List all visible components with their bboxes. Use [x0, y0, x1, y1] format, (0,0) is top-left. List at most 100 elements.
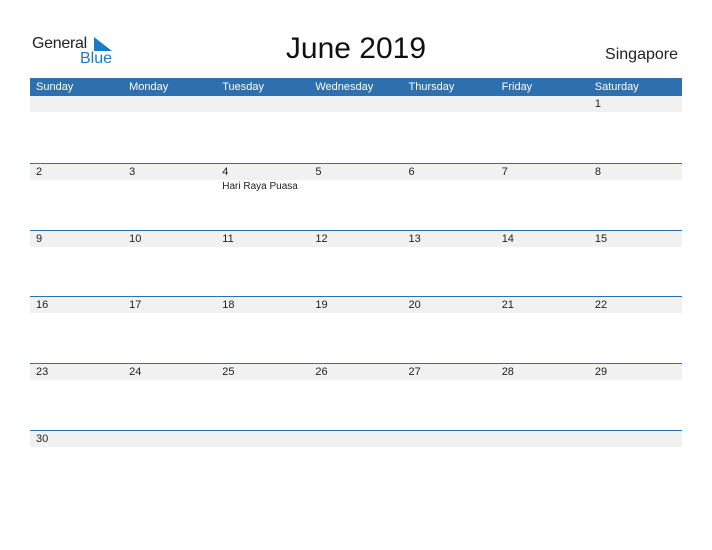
day-cell: 6	[403, 164, 496, 230]
day-cell: 20	[403, 297, 496, 363]
day-number: 18	[222, 299, 235, 311]
day-number: 21	[501, 299, 514, 311]
weekday-friday: Friday	[501, 81, 533, 93]
day-number	[502, 431, 589, 447]
country-label: Singapore	[605, 46, 678, 63]
weekday-tuesday: Tuesday	[222, 81, 265, 93]
day-number	[222, 96, 309, 112]
day-number: 24	[129, 366, 142, 378]
week-row: 9 10 11 12 13 14 15	[30, 230, 682, 297]
day-number: 14	[501, 233, 514, 245]
weekday-thursday: Thursday	[408, 81, 455, 93]
day-number: 7	[501, 166, 508, 178]
day-cell: 5	[309, 164, 402, 230]
day-cell	[403, 96, 496, 162]
day-number: 16	[36, 299, 49, 311]
day-number: 19	[315, 299, 328, 311]
day-cell: 4 Hari Raya Puasa	[216, 164, 309, 230]
week-row: 2 3 4 Hari Raya Puasa 5 6 7 8	[30, 163, 682, 230]
day-cell: 15	[589, 231, 682, 297]
day-cell	[216, 431, 309, 497]
day-cell	[309, 96, 402, 162]
week-row: 1	[30, 96, 682, 162]
week-row: 30	[30, 430, 682, 497]
day-number: 25	[222, 366, 235, 378]
day-number: 15	[594, 233, 608, 245]
day-number	[129, 96, 216, 112]
day-number: 4	[222, 166, 229, 178]
day-cell: 25	[216, 364, 309, 430]
holiday-event: Hari Raya Puasa	[222, 181, 298, 192]
day-cell: 7	[496, 164, 589, 230]
day-number: 5	[315, 166, 322, 178]
weekday-monday: Monday	[129, 81, 169, 93]
day-number	[129, 431, 216, 447]
day-cell: 9	[30, 231, 123, 297]
day-number: 6	[408, 166, 415, 178]
day-cell: 24	[123, 364, 216, 430]
day-cell: 17	[123, 297, 216, 363]
day-cell: 21	[496, 297, 589, 363]
day-cell: 29	[589, 364, 682, 430]
day-cell: 30	[30, 431, 123, 497]
weekday-wednesday: Wednesday	[315, 81, 374, 93]
day-cell: 3	[123, 164, 216, 230]
day-number: 11	[222, 233, 234, 245]
day-number: 30	[36, 433, 49, 445]
day-number: 8	[594, 166, 601, 178]
day-cell: 8	[589, 164, 682, 230]
day-number: 17	[129, 299, 142, 311]
day-number	[409, 431, 496, 447]
day-cell	[496, 431, 589, 497]
day-cell	[30, 96, 123, 162]
day-cell	[216, 96, 309, 162]
day-cell: 12	[309, 231, 402, 297]
day-cell	[309, 431, 402, 497]
day-number: 9	[36, 233, 43, 245]
day-cell	[496, 96, 589, 162]
day-cell: 13	[403, 231, 496, 297]
day-number	[502, 96, 589, 112]
day-cell: 18	[216, 297, 309, 363]
day-number	[315, 431, 402, 447]
week-row: 23 24 25 26 27 28 29	[30, 363, 682, 430]
day-number: 10	[129, 233, 142, 245]
day-cell: 26	[309, 364, 402, 430]
day-cell: 10	[123, 231, 216, 297]
day-cell: 16	[30, 297, 123, 363]
day-cell: 22	[589, 297, 682, 363]
day-number: 28	[501, 366, 514, 378]
day-number: 22	[594, 299, 608, 311]
weekday-header: Sunday Monday Tuesday Wednesday Thursday…	[30, 78, 682, 96]
day-number	[409, 96, 496, 112]
day-cell	[403, 431, 496, 497]
day-number	[36, 96, 123, 112]
day-number: 13	[408, 233, 421, 245]
week-row: 16 17 18 19 20 21 22	[30, 296, 682, 363]
day-number: 2	[36, 166, 43, 178]
day-cell	[589, 431, 682, 497]
day-cell	[123, 96, 216, 162]
day-number: 12	[315, 233, 328, 245]
day-cell: 2	[30, 164, 123, 230]
weekday-sunday: Sunday	[36, 81, 74, 93]
day-number: 29	[594, 366, 608, 378]
day-cell: 11	[216, 231, 309, 297]
day-cell	[123, 431, 216, 497]
day-number: 3	[129, 166, 136, 178]
day-number: 1	[594, 98, 601, 110]
day-cell: 27	[403, 364, 496, 430]
day-number	[315, 96, 402, 112]
day-cell: 23	[30, 364, 123, 430]
weekday-saturday: Saturday	[594, 81, 639, 93]
day-cell: 28	[496, 364, 589, 430]
day-cell: 19	[309, 297, 402, 363]
day-cell: 1	[589, 96, 682, 162]
day-number	[222, 431, 309, 447]
day-number: 26	[315, 366, 328, 378]
day-number: 23	[36, 366, 49, 378]
day-cell: 14	[496, 231, 589, 297]
day-number	[595, 431, 682, 447]
day-number: 20	[408, 299, 421, 311]
day-number: 27	[408, 366, 421, 378]
